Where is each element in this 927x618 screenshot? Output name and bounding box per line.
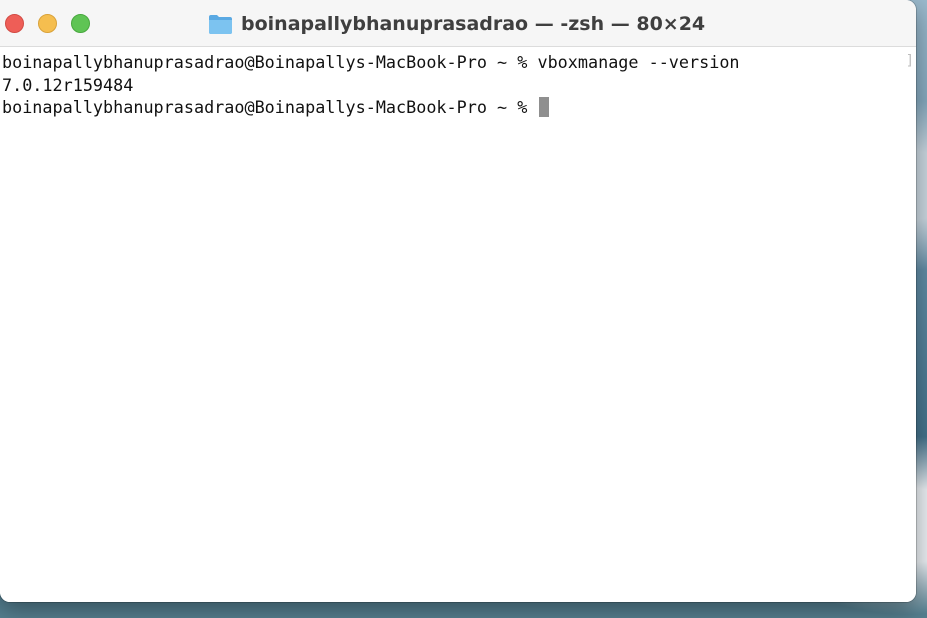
title-bar[interactable]: boinapallybhanuprasadrao — -zsh — 80×24 [0, 0, 916, 47]
terminal-content[interactable]: boinapallybhanuprasadrao@Boinapallys-Mac… [0, 47, 916, 602]
text-cursor [539, 97, 550, 117]
folder-icon [208, 13, 233, 35]
command-output: 7.0.12r159484 [2, 75, 134, 95]
terminal-line: boinapallybhanuprasadrao@Boinapallys-Mac… [2, 51, 740, 73]
terminal-line: 7.0.12r159484 [2, 74, 133, 96]
command-text: vboxmanage --version [537, 52, 740, 72]
zoom-button[interactable] [71, 14, 90, 33]
minimize-button[interactable] [38, 14, 57, 33]
shell-prompt: boinapallybhanuprasadrao@Boinapallys-Mac… [2, 97, 538, 117]
close-button[interactable] [5, 14, 24, 33]
shell-prompt: boinapallybhanuprasadrao@Boinapallys-Mac… [2, 52, 538, 72]
window-title: boinapallybhanuprasadrao — -zsh — 80×24 [241, 13, 706, 35]
scroll-marker: ] [905, 53, 914, 69]
terminal-window[interactable]: boinapallybhanuprasadrao — -zsh — 80×24 … [0, 0, 916, 602]
window-title-group: boinapallybhanuprasadrao — -zsh — 80×24 [208, 11, 705, 37]
terminal-line: boinapallybhanuprasadrao@Boinapallys-Mac… [2, 96, 550, 118]
